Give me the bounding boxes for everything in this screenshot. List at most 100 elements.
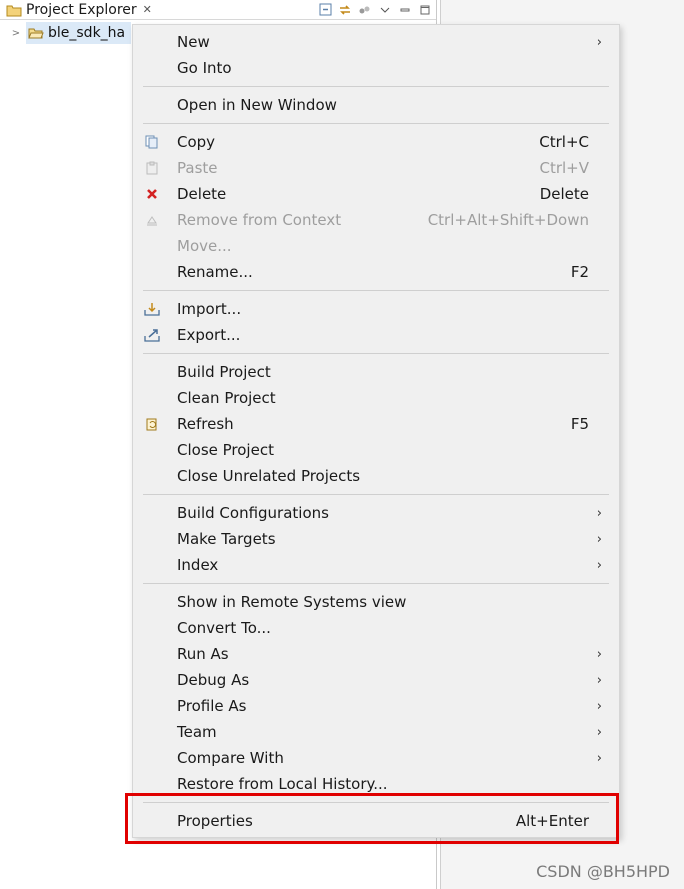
menu-separator [133, 285, 619, 296]
link-editor-icon[interactable] [338, 3, 352, 17]
menu-item-build-project[interactable]: Build Project [133, 359, 619, 385]
menu-item-convert-to[interactable]: Convert To... [133, 615, 619, 641]
properties-highlight-box [125, 793, 619, 844]
menu-separator [133, 489, 619, 500]
tree-row[interactable]: > ble_sdk_ha [10, 22, 132, 44]
menu-item-build-configurations[interactable]: Build Configurations › [133, 500, 619, 526]
export-icon [143, 326, 161, 344]
menu-item-close-unrelated-projects[interactable]: Close Unrelated Projects [133, 463, 619, 489]
menu-label: Team [177, 723, 217, 741]
view-toolbar [318, 0, 432, 19]
menu-item-go-into[interactable]: Go Into [133, 55, 619, 81]
chevron-right-icon: › [596, 505, 602, 521]
refresh-icon [143, 415, 161, 433]
view-menu-icon[interactable] [378, 3, 392, 17]
menu-label: Close Unrelated Projects [177, 467, 361, 485]
menu-item-export[interactable]: Export... [133, 322, 619, 348]
import-icon [143, 300, 161, 318]
project-explorer-icon [6, 3, 22, 17]
menu-label: Build Project [177, 363, 271, 381]
menu-label: Copy [177, 133, 216, 151]
menu-item-show-in-remote-systems[interactable]: Show in Remote Systems view [133, 589, 619, 615]
paste-icon [143, 159, 161, 177]
menu-item-index[interactable]: Index › [133, 552, 619, 578]
open-project-folder-icon [28, 26, 44, 40]
chevron-right-icon: › [596, 698, 602, 714]
menu-item-clean-project[interactable]: Clean Project [133, 385, 619, 411]
chevron-right-icon: › [596, 34, 602, 50]
panel-header-divider [0, 19, 436, 20]
menu-item-close-project[interactable]: Close Project [133, 437, 619, 463]
filter-icon[interactable] [358, 3, 372, 17]
menu-item-run-as[interactable]: Run As › [133, 641, 619, 667]
menu-separator [133, 578, 619, 589]
menu-shortcut: Delete [539, 185, 589, 203]
menu-item-copy[interactable]: Copy Ctrl+C [133, 129, 619, 155]
chevron-right-icon: › [596, 724, 602, 740]
menu-label: Make Targets [177, 530, 276, 548]
menu-label: Go Into [177, 59, 232, 77]
expand-arrow-icon[interactable]: > [10, 28, 22, 39]
menu-label: Rename... [177, 263, 253, 281]
context-menu: New › Go Into Open in New Window Copy Ct… [132, 24, 620, 838]
menu-label: Refresh [177, 415, 234, 433]
menu-item-rename[interactable]: Rename... F2 [133, 259, 619, 285]
maximize-icon[interactable] [418, 3, 432, 17]
menu-item-refresh[interactable]: Refresh F5 [133, 411, 619, 437]
watermark: CSDN @BH5HPD [536, 862, 670, 881]
menu-separator [133, 81, 619, 92]
menu-item-paste[interactable]: Paste Ctrl+V [133, 155, 619, 181]
menu-item-make-targets[interactable]: Make Targets › [133, 526, 619, 552]
menu-label: Compare With [177, 749, 284, 767]
menu-label: Delete [177, 185, 227, 203]
delete-icon [143, 185, 161, 203]
menu-separator [133, 118, 619, 129]
menu-label: Profile As [177, 697, 247, 715]
close-icon[interactable]: ✕ [143, 3, 152, 16]
menu-shortcut: F2 [570, 263, 589, 281]
menu-separator [133, 348, 619, 359]
copy-icon [143, 133, 161, 151]
menu-shortcut: F5 [570, 415, 589, 433]
menu-label: Index [177, 556, 219, 574]
menu-label: New [177, 33, 210, 51]
project-tree-item[interactable]: ble_sdk_ha [26, 22, 132, 44]
menu-label: Import... [177, 300, 242, 318]
menu-label: Debug As [177, 671, 250, 689]
minimize-icon[interactable] [398, 3, 412, 17]
menu-item-profile-as[interactable]: Profile As › [133, 693, 619, 719]
menu-shortcut: Ctrl+Alt+Shift+Down [427, 211, 589, 229]
menu-label: Paste [177, 159, 218, 177]
chevron-right-icon: › [596, 750, 602, 766]
menu-shortcut: Ctrl+V [539, 159, 589, 177]
chevron-right-icon: › [596, 646, 602, 662]
project-name: ble_sdk_ha [48, 25, 126, 41]
menu-label: Close Project [177, 441, 274, 459]
menu-item-new[interactable]: New › [133, 29, 619, 55]
menu-label: Move... [177, 237, 232, 255]
menu-label: Remove from Context [177, 211, 342, 229]
remove-context-icon [143, 211, 161, 229]
menu-item-compare-with[interactable]: Compare With › [133, 745, 619, 771]
project-explorer-tab[interactable]: Project Explorer ✕ [0, 0, 152, 19]
menu-label: Convert To... [177, 619, 271, 637]
menu-item-open-in-new-window[interactable]: Open in New Window [133, 92, 619, 118]
menu-label: Build Configurations [177, 504, 329, 522]
menu-label: Clean Project [177, 389, 276, 407]
chevron-right-icon: › [596, 672, 602, 688]
menu-label: Open in New Window [177, 96, 337, 114]
menu-item-remove-from-context[interactable]: Remove from Context Ctrl+Alt+Shift+Down [133, 207, 619, 233]
collapse-all-icon[interactable] [318, 3, 332, 17]
chevron-right-icon: › [596, 557, 602, 573]
menu-item-delete[interactable]: Delete Delete [133, 181, 619, 207]
menu-label: Export... [177, 326, 241, 344]
menu-label: Run As [177, 645, 229, 663]
menu-item-team[interactable]: Team › [133, 719, 619, 745]
chevron-right-icon: › [596, 531, 602, 547]
menu-label: Show in Remote Systems view [177, 593, 407, 611]
menu-item-move[interactable]: Move... [133, 233, 619, 259]
menu-shortcut: Ctrl+C [539, 133, 589, 151]
menu-item-import[interactable]: Import... [133, 296, 619, 322]
panel-title: Project Explorer [26, 1, 137, 18]
menu-item-debug-as[interactable]: Debug As › [133, 667, 619, 693]
